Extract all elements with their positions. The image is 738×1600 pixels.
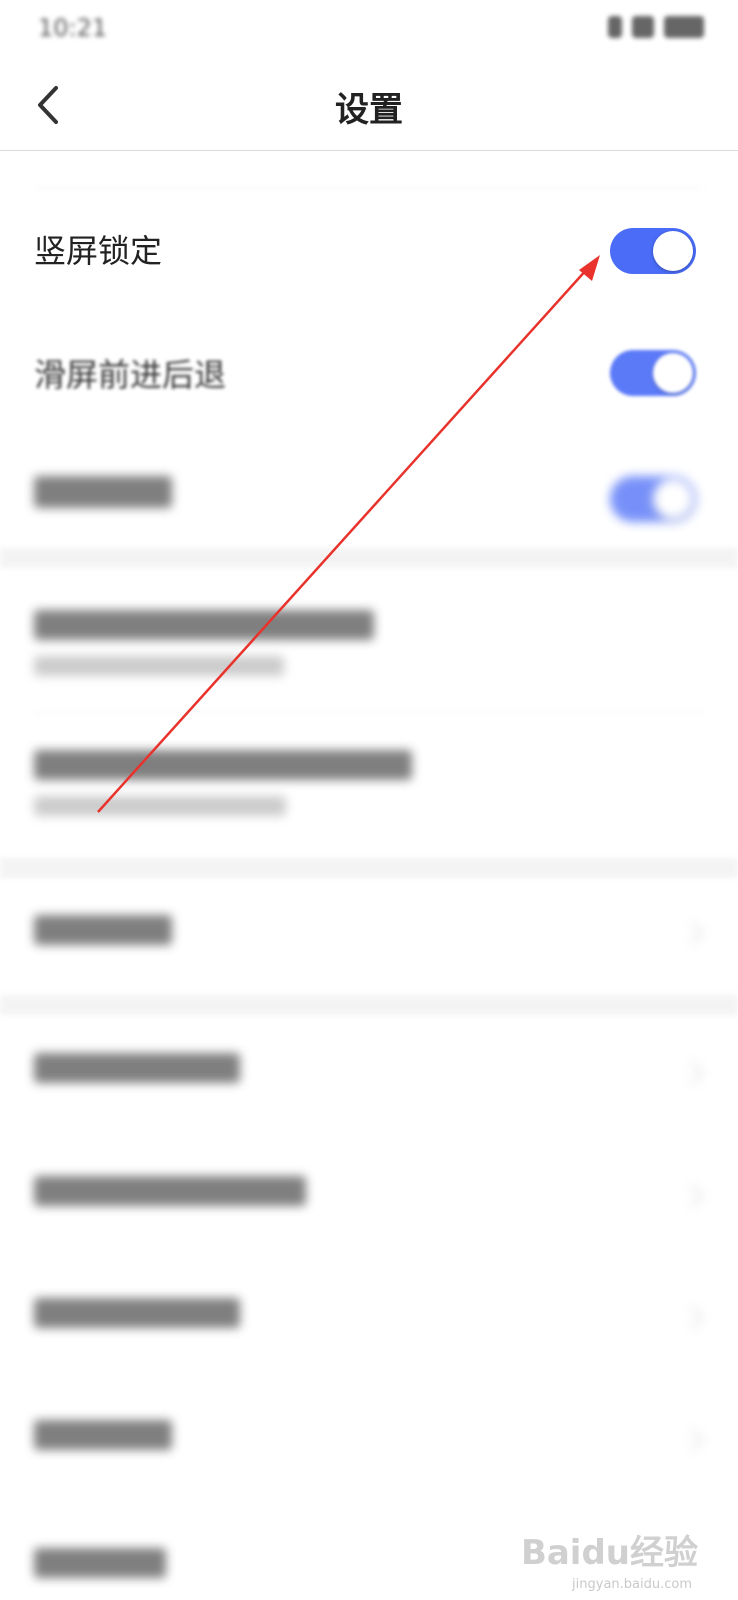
toggle-knob — [653, 353, 693, 393]
setting-label: 滑屏前进后退 — [34, 356, 227, 394]
section-gap — [0, 548, 738, 568]
setting-label — [34, 610, 374, 640]
watermark-url: jingyan.baidu.com — [572, 1577, 692, 1592]
setting-row-d[interactable] — [0, 1402, 738, 1482]
bluetooth-icon — [608, 16, 622, 38]
divider — [34, 712, 704, 713]
status-time: 10:21 — [38, 14, 108, 42]
setting-subtitle — [34, 796, 286, 816]
nav-bar: 设置 — [0, 60, 738, 151]
status-icons — [608, 16, 704, 38]
wifi-icon — [632, 16, 654, 38]
setting-label — [34, 750, 412, 780]
portrait-lock-toggle[interactable] — [610, 228, 696, 274]
divider — [34, 188, 704, 189]
setting-label — [34, 1298, 240, 1328]
chevron-right-icon — [680, 921, 704, 945]
section-gap — [0, 995, 738, 1015]
toggle-knob — [653, 231, 693, 271]
setting-row-a[interactable] — [0, 1035, 738, 1115]
watermark-logo: Baidu经验 — [520, 1533, 698, 1573]
section-gap — [0, 858, 738, 878]
chevron-right-icon — [680, 1061, 704, 1085]
setting-row-theme[interactable] — [0, 895, 738, 975]
setting-row-swipe-nav: 滑屏前进后退 — [0, 332, 738, 412]
setting-label — [34, 1420, 172, 1450]
setting-label — [34, 476, 172, 508]
setting-label — [34, 915, 172, 945]
page-title: 设置 — [335, 90, 403, 130]
battery-icon — [664, 16, 704, 38]
swipe-nav-toggle[interactable] — [610, 350, 696, 396]
setting-label — [34, 1176, 306, 1206]
setting-row-3 — [0, 460, 738, 540]
setting-label — [34, 1053, 240, 1083]
status-bar: 10:21 — [0, 0, 738, 60]
setting-toggle[interactable] — [610, 476, 696, 522]
chevron-right-icon — [680, 1184, 704, 1208]
setting-row-add-shortcut-2[interactable] — [0, 730, 738, 840]
setting-row-portrait-lock: 竖屏锁定 — [0, 210, 738, 290]
setting-row-b[interactable] — [0, 1158, 738, 1238]
setting-row-add-shortcut-1[interactable] — [0, 590, 738, 700]
chevron-right-icon — [680, 1306, 704, 1330]
setting-label: 竖屏锁定 — [34, 232, 163, 270]
setting-subtitle — [34, 656, 284, 676]
chevron-right-icon — [680, 1428, 704, 1452]
setting-row-c[interactable] — [0, 1280, 738, 1360]
setting-label — [34, 1548, 166, 1578]
toggle-knob — [653, 479, 693, 519]
